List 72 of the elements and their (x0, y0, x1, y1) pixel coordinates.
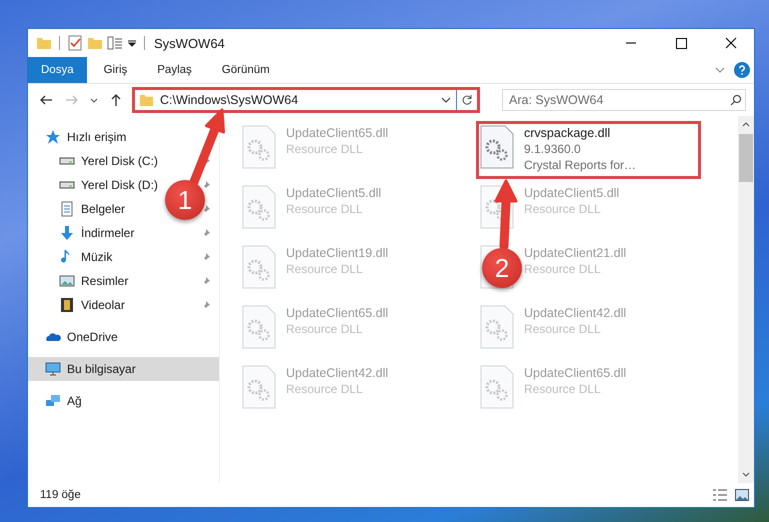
monitor-icon (45, 361, 61, 377)
file-detail: Crystal Reports for… (524, 157, 636, 173)
drive-icon (59, 156, 75, 166)
gear-file-icon (242, 305, 276, 349)
download-arrow-icon (59, 225, 75, 241)
tiles-view-icon[interactable] (734, 488, 750, 502)
sidebar-label: Videolar (81, 298, 125, 312)
picture-icon (59, 273, 75, 289)
sidebar-item[interactable]: OneDrive (28, 325, 219, 349)
help-icon[interactable] (734, 62, 750, 78)
address-path: C:\Windows\SysWOW64 (160, 93, 300, 107)
gear-file-icon (242, 185, 276, 229)
sidebar-label: İndirmeler (81, 226, 134, 240)
ribbon-tab[interactable]: Giriş (90, 57, 140, 83)
gear-file-icon (480, 125, 514, 169)
scrollbar-thumb[interactable] (739, 134, 753, 182)
document-icon (59, 201, 75, 217)
sidebar-item[interactable]: Resimler (28, 269, 132, 293)
file-detail: Resource DLL (286, 261, 364, 277)
file-name[interactable]: crvspackage.dll (524, 125, 636, 141)
film-icon (59, 297, 75, 313)
ribbon-tab[interactable]: Paylaş (144, 57, 205, 83)
ribbon-tab[interactable]: Görünüm (208, 57, 283, 83)
file-tile[interactable]: crvspackage.dll 9.1.9360.0 Crystal Reports for… (476, 121, 701, 179)
sidebar-item[interactable]: Hızlı erişim (28, 125, 219, 149)
gear-file-icon (480, 365, 514, 409)
sidebar-item[interactable]: Belgeler (28, 197, 130, 221)
drive-icon (59, 180, 75, 190)
star-icon (45, 129, 61, 145)
folder-icon (139, 92, 154, 108)
window-title: SysWOW64 (154, 36, 225, 50)
sidebar-label: Yerel Disk (C:) (81, 154, 158, 168)
gear-file-icon (242, 365, 276, 409)
file-detail: Resource DLL (286, 141, 364, 157)
sidebar-label: Ağ (67, 394, 82, 408)
file-detail: Resource DLL (286, 381, 364, 397)
sidebar-label: Müzik (81, 250, 112, 264)
ribbon-tab[interactable]: Dosya (28, 57, 87, 83)
file-detail: Resource DLL (286, 201, 364, 217)
sidebar-item[interactable]: Bu bilgisayar (28, 357, 219, 381)
sidebar-label: Hızlı erişim (67, 130, 126, 144)
search-icon[interactable] (730, 94, 742, 106)
gear-file-icon (242, 245, 276, 289)
sidebar-label: OneDrive (67, 330, 118, 344)
network-icon (45, 393, 61, 409)
file-detail: 9.1.9360.0 (524, 141, 582, 157)
file-detail: Resource DLL (524, 261, 602, 277)
properties-icon[interactable] (107, 35, 123, 51)
file-detail: Resource DLL (524, 321, 602, 337)
gear-file-icon (242, 125, 276, 169)
file-detail: Resource DLL (286, 321, 364, 337)
sidebar-item[interactable]: Yerel Disk (D:) (28, 173, 162, 197)
file-detail: Resource DLL (524, 201, 602, 217)
sidebar-label: Resimler (81, 274, 128, 288)
sidebar-item[interactable]: Videolar (28, 293, 129, 317)
refresh-icon[interactable] (461, 94, 473, 106)
file-detail: Resource DLL (524, 381, 602, 397)
checklist-icon[interactable] (67, 35, 83, 51)
search-field[interactable]: Ara: SysWOW64 (502, 89, 746, 111)
address-bar[interactable]: C:\Windows\SysWOW64 (132, 87, 480, 113)
sidebar-item[interactable]: Müzik (28, 245, 116, 269)
dropdown-icon[interactable] (127, 38, 137, 48)
pointer-arrow (494, 180, 518, 250)
sidebar-item[interactable]: Ağ (28, 389, 219, 413)
sidebar-label: Bu bilgisayar (67, 362, 136, 376)
sidebar-label: Yerel Disk (D:) (81, 178, 158, 192)
sidebar-item[interactable]: İndirmeler (28, 221, 138, 245)
item-count: 119 öğe (40, 489, 81, 501)
sidebar-label: Belgeler (81, 202, 126, 216)
sidebar-item[interactable]: Yerel Disk (C:) (28, 149, 162, 173)
details-view-icon[interactable] (712, 488, 728, 502)
gear-file-icon (480, 305, 514, 349)
